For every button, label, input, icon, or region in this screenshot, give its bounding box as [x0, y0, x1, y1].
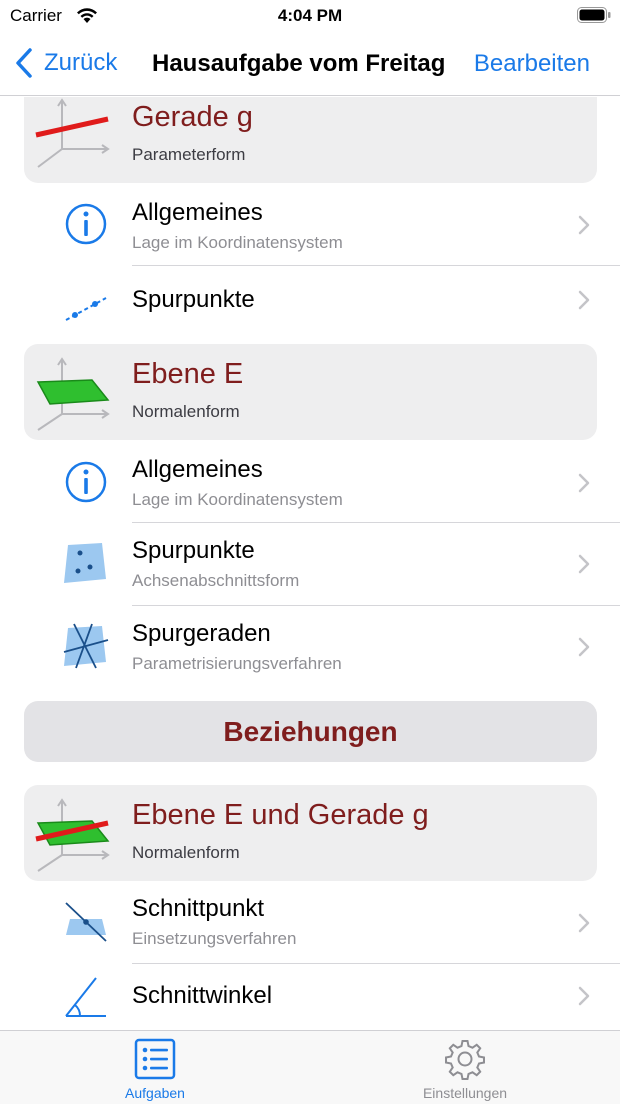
chevron-right-icon: [578, 290, 590, 310]
section-header-gerade[interactable]: Gerade g Parameterform: [24, 97, 597, 183]
back-button[interactable]: Zurück: [14, 46, 117, 80]
section-subtitle: Parameterform: [132, 145, 246, 164]
relations-section-header: Beziehungen: [24, 701, 597, 762]
tab-aufgaben[interactable]: Aufgaben: [0, 1031, 310, 1104]
intersection-angle-icon: [65, 977, 106, 1017]
info-icon: [65, 461, 107, 503]
plane-in-coordinate-system-icon: [36, 357, 110, 431]
chevron-right-icon: [578, 554, 590, 574]
status-bar: Carrier 4:04 PM: [0, 0, 620, 34]
row-subtitle: Lage im Koordinatensystem: [132, 233, 343, 252]
chevron-right-icon: [578, 637, 590, 657]
section-header-ebene-gerade[interactable]: Ebene E und Gerade g Normalenform: [24, 785, 597, 881]
page-title: Hausaufgabe vom Freitag: [152, 50, 446, 77]
clock: 4:04 PM: [277, 6, 343, 25]
tab-label: Aufgaben: [125, 1085, 185, 1101]
row-title: Schnittpunkt: [132, 895, 265, 922]
chevron-right-icon: [578, 913, 590, 933]
list-item-schnittpunkt[interactable]: Schnittpunkt Einsetzungsverfahren: [0, 881, 620, 963]
plane-and-line-icon: [35, 798, 110, 872]
list-item-ebene-spurgeraden[interactable]: Spurgeraden Parametrisierungsverfahren: [0, 606, 620, 688]
gear-icon: [445, 1040, 485, 1080]
chevron-right-icon: [578, 473, 590, 493]
edit-button[interactable]: Bearbeiten: [474, 50, 590, 78]
row-subtitle: Lage im Koordinatensystem: [132, 490, 343, 509]
tab-bar: Aufgaben Einstellungen: [0, 1030, 620, 1104]
section-title: Ebene E und Gerade g: [132, 799, 429, 831]
row-subtitle: Parametrisierungsverfahren: [132, 654, 342, 673]
section-subtitle: Normalenform: [132, 402, 240, 421]
intersection-point-icon: [65, 902, 107, 942]
row-title: Allgemeines: [132, 456, 263, 483]
navigation-bar: Zurück Hausaufgabe vom Freitag Bearbeite…: [0, 34, 620, 96]
tab-label: Einstellungen: [422, 1085, 508, 1101]
row-title: Spurpunkte: [132, 286, 255, 313]
section-title: Ebene E: [132, 358, 244, 390]
row-subtitle: Einsetzungsverfahren: [132, 929, 297, 948]
row-title: Schnittwinkel: [132, 982, 273, 1009]
chevron-left-icon: [16, 48, 32, 78]
list-item-gerade-allgemeines[interactable]: Allgemeines Lage im Koordinatensystem: [0, 183, 620, 265]
battery-icon: [577, 7, 611, 23]
chevron-right-icon: [578, 986, 590, 1006]
list-item-schnittwinkel[interactable]: Schnittwinkel: [0, 964, 620, 1030]
info-icon: [65, 203, 107, 245]
list-item-gerade-spurpunkte[interactable]: Spurpunkte: [0, 266, 620, 341]
row-title: Spurgeraden: [132, 620, 271, 647]
row-title: Spurpunkte: [132, 537, 255, 564]
tab-einstellungen[interactable]: Einstellungen: [310, 1031, 620, 1104]
line-in-coordinate-system-icon: [35, 98, 110, 168]
section-header-ebene[interactable]: Ebene E Normalenform: [24, 344, 597, 440]
chevron-right-icon: [578, 215, 590, 235]
list-icon: [134, 1038, 176, 1080]
trace-points-line-icon: [65, 297, 107, 321]
content-list[interactable]: Gerade g Parameterform Allgemeines Lage …: [0, 97, 620, 1030]
row-title: Allgemeines: [132, 199, 263, 226]
row-subtitle: Achsenabschnittsform: [132, 571, 300, 590]
trace-lines-icon: [63, 623, 109, 669]
back-button-label: Zurück: [44, 49, 118, 76]
section-title: Gerade g: [132, 101, 253, 133]
trace-points-plane-icon: [64, 543, 106, 583]
section-subtitle: Normalenform: [132, 843, 240, 862]
list-item-ebene-allgemeines[interactable]: Allgemeines Lage im Koordinatensystem: [0, 440, 620, 522]
list-item-ebene-spurpunkte[interactable]: Spurpunkte Achsenabschnittsform: [0, 523, 620, 605]
